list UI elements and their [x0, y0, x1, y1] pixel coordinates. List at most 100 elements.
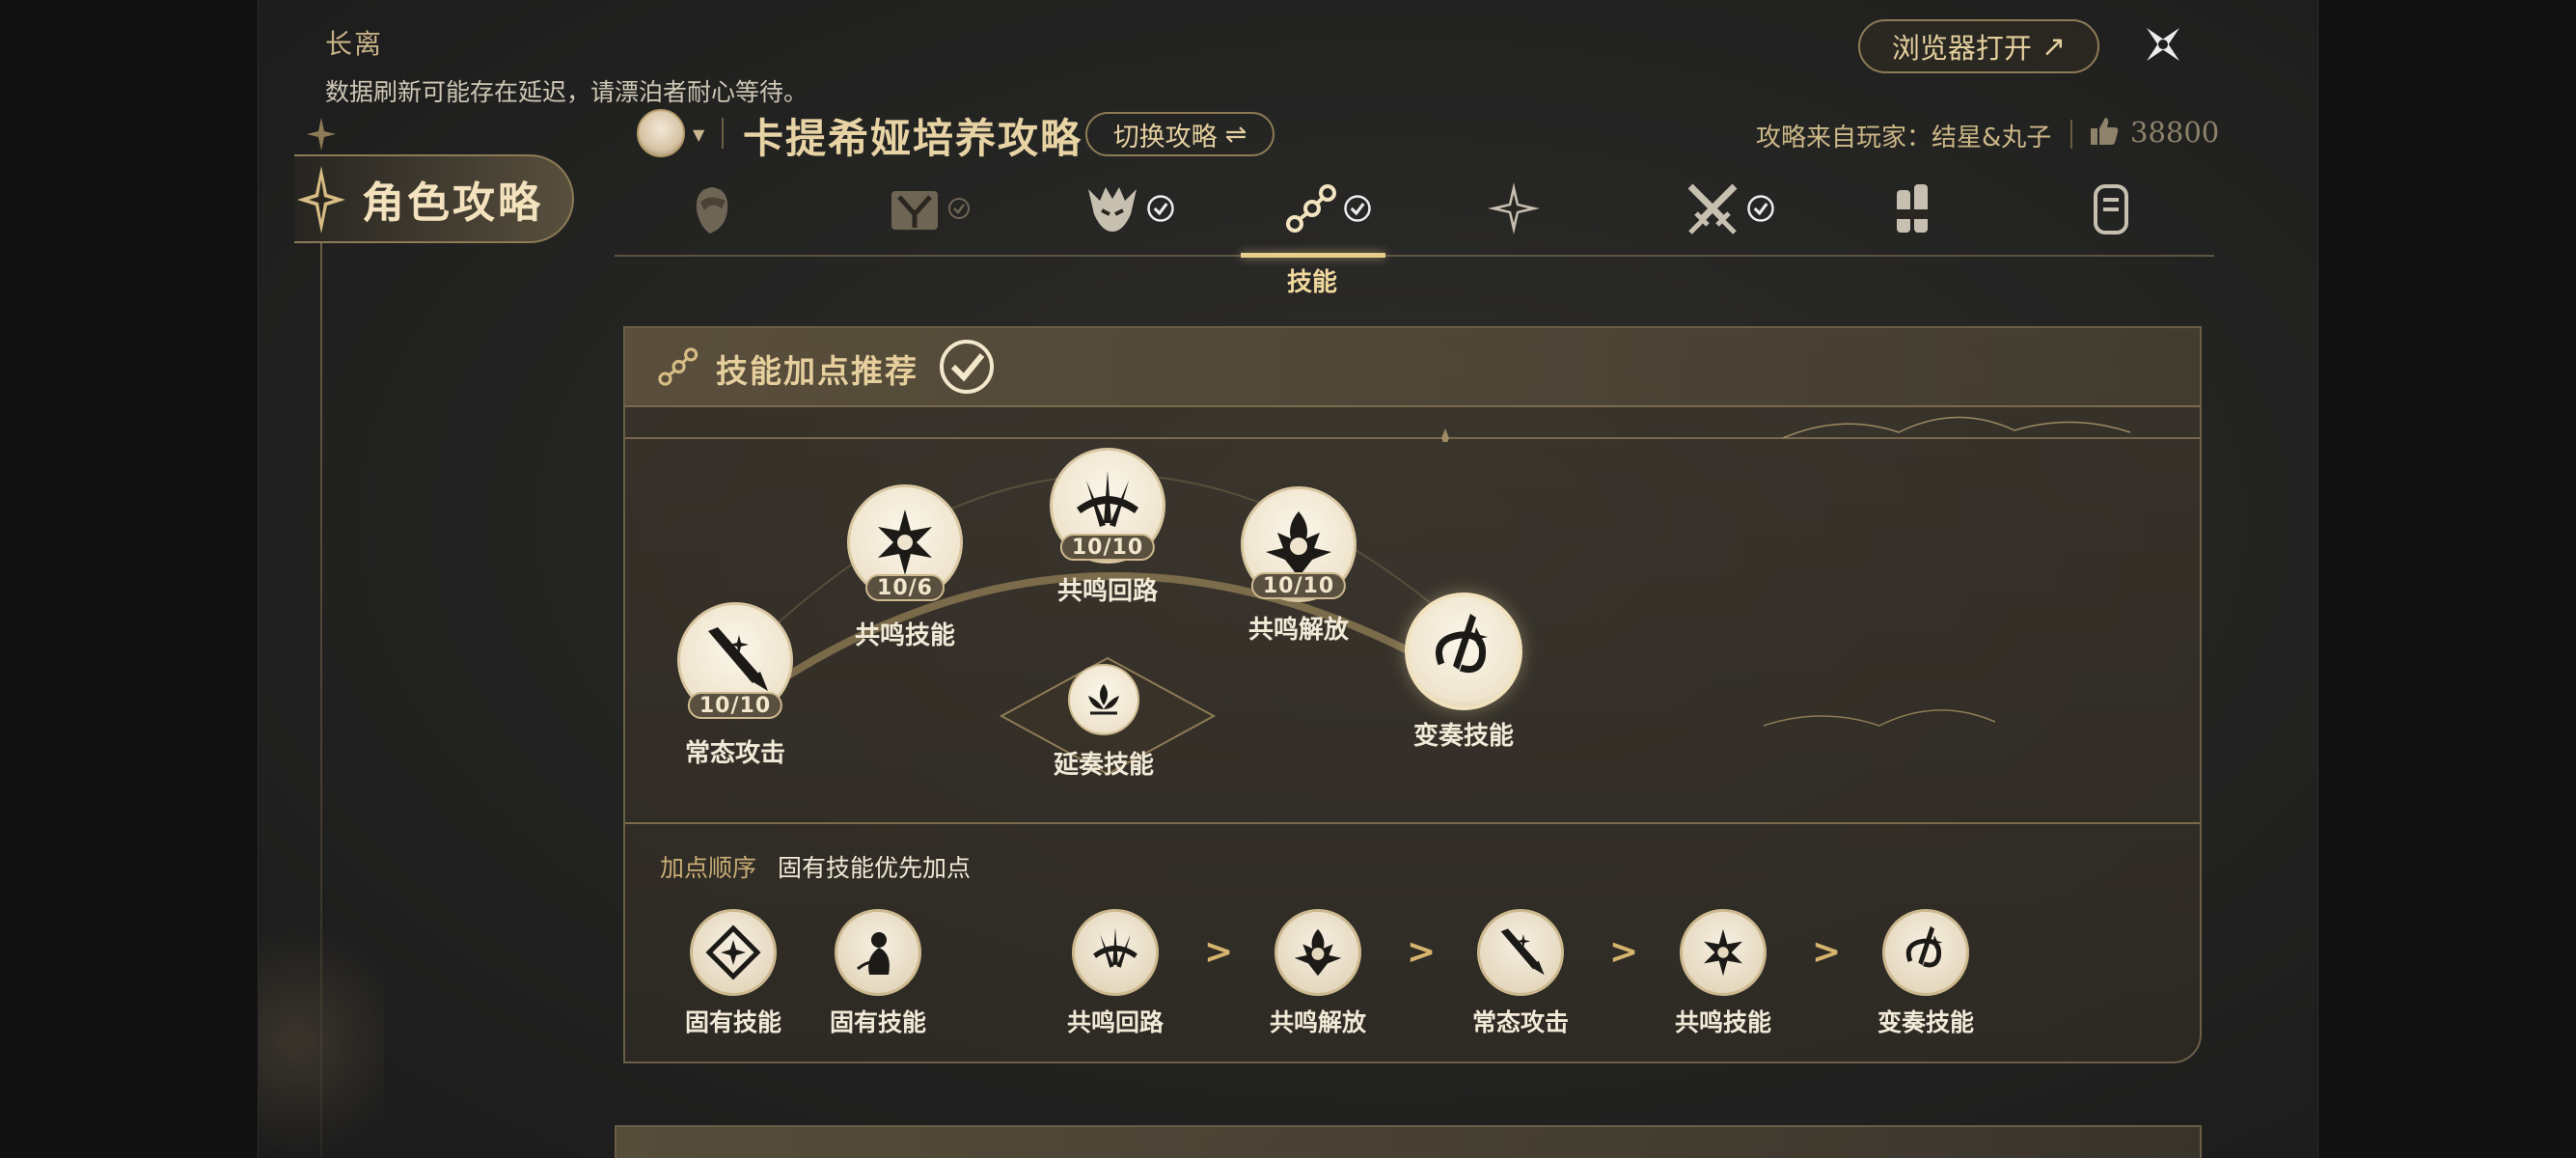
chevron-down-icon[interactable]: ▼ [693, 125, 704, 144]
tab-team[interactable] [1891, 179, 1933, 237]
echo-mask-icon [1088, 187, 1137, 232]
header-divider [722, 118, 724, 149]
skill-label: 延奏技能 [1054, 751, 1155, 780]
skill-circle: 10/10 [677, 602, 793, 719]
tab-character[interactable] [687, 179, 735, 237]
skill-node-intro-skill[interactable]: 延奏技能 [1054, 664, 1154, 781]
skill-level-badge: 10/10 [687, 692, 783, 719]
skill-nodes-icon [658, 347, 699, 386]
spiral-blade-icon [1436, 614, 1488, 674]
cross-emblem-icon [1704, 928, 1742, 977]
close-star-icon [2147, 28, 2179, 61]
order-heading: 加点顺序 [660, 854, 757, 882]
guide-title: 卡提希娅培养攻略 [743, 115, 1083, 162]
crossed-swords-icon [1687, 183, 1738, 234]
tabbar-divider [615, 255, 2214, 257]
nav-small-star-icon [307, 118, 336, 151]
switch-guide-label: 切换攻略 [1112, 122, 1218, 152]
maiden-icon [857, 932, 890, 975]
tab-combat[interactable] [1685, 179, 1775, 237]
cross-emblem-icon [878, 510, 932, 575]
order-arrow: > [1609, 932, 1639, 972]
tab-skills[interactable] [1283, 179, 1372, 237]
order-arrow: > [1204, 932, 1234, 972]
source-divider [2070, 120, 2072, 149]
thumbs-up-icon[interactable] [2089, 116, 2120, 147]
order-item-liberation[interactable]: 共鸣解放 [1270, 909, 1366, 1038]
skill-label: 共鸣解放 [1247, 616, 1349, 645]
tab-resonance[interactable] [1486, 179, 1542, 237]
order-label: 常态攻击 [1472, 1008, 1570, 1036]
skill-circle: 10/10 [1050, 448, 1165, 564]
skill-node-resonance-liberation[interactable]: 10/10 共鸣解放 [1241, 486, 1357, 646]
order-label: 共鸣回路 [1067, 1008, 1165, 1036]
order-circle [1072, 909, 1159, 996]
order-circle [690, 909, 777, 996]
skill-level-badge: 10/10 [1250, 572, 1347, 599]
figure-burst-icon [1294, 928, 1342, 977]
skill-label: 共鸣技能 [854, 621, 955, 650]
order-item-basic-attack[interactable]: 常态攻击 [1472, 909, 1569, 1038]
switch-guide-button[interactable]: 切换攻略 ⇌ [1085, 112, 1274, 156]
skill-level-badge: 10/10 [1059, 534, 1156, 561]
order-item-resonance-skill[interactable]: 共鸣技能 [1675, 909, 1771, 1038]
character-avatar[interactable] [637, 109, 685, 157]
skill-circle: 10/10 [1241, 486, 1357, 602]
order-item-inherent-2[interactable]: 固有技能 [830, 909, 926, 1038]
check-circle-icon [1344, 195, 1371, 222]
check-circle-icon [1147, 195, 1174, 222]
order-item-inherent-1[interactable]: 固有技能 [685, 909, 781, 1038]
order-divider [625, 822, 2200, 824]
order-circle [1882, 909, 1969, 996]
resonance-star-icon [1488, 182, 1540, 234]
skill-circle [1405, 593, 1522, 710]
order-label: 变奏技能 [1877, 1008, 1975, 1036]
tab-weapon[interactable] [888, 179, 971, 237]
character-portrait-icon [696, 187, 728, 234]
order-arrow: > [1812, 932, 1842, 972]
skill-level-badge: 10/6 [865, 574, 945, 601]
order-arrow: > [1407, 932, 1437, 972]
swap-arrows-icon: ⇌ [1224, 119, 1247, 150]
order-circle [1680, 909, 1767, 996]
nav-item-label: 角色攻略 [362, 179, 543, 228]
order-item-outro-skill[interactable]: 变奏技能 [1877, 909, 1974, 1038]
weapon-gear-icon [891, 191, 938, 230]
skill-node-outro-skill[interactable]: 变奏技能 [1405, 593, 1522, 752]
check-circle-icon [948, 198, 970, 219]
skill-circle: 10/6 [847, 484, 963, 601]
materials-scroll-icon [2094, 184, 2128, 234]
skill-label: 变奏技能 [1412, 722, 1514, 751]
tab-echo[interactable] [1084, 179, 1175, 237]
active-tab-indicator [1241, 253, 1385, 258]
skill-node-forte-circuit[interactable]: 10/10 共鸣回路 [1050, 448, 1165, 607]
guide-source: 攻略来自玩家：结星&丸子 [1756, 124, 2052, 152]
skill-node-basic-attack[interactable]: 10/10 常态攻击 [677, 602, 793, 769]
tab-materials[interactable] [2090, 179, 2132, 237]
active-tab-label: 技能 [1287, 268, 1338, 297]
next-section-panel [615, 1125, 2202, 1158]
blade-fan-icon [1093, 927, 1137, 968]
skill-circle [1068, 664, 1139, 735]
skill-label: 共鸣回路 [1056, 577, 1158, 606]
skill-label: 常态攻击 [684, 739, 785, 768]
app-title: 长离 [325, 28, 384, 60]
skill-nodes-icon [1286, 184, 1336, 233]
external-arrow-icon: ↗ [2041, 29, 2067, 64]
order-label: 固有技能 [830, 1008, 927, 1036]
order-label: 共鸣技能 [1675, 1008, 1772, 1036]
nav-diamond-star-icon [297, 166, 345, 234]
sword-icon [708, 627, 768, 691]
like-count: 38800 [2130, 116, 2220, 149]
skill-recommendation-panel: 技能加点推荐 10/10 常态攻击 10/6 共鸣技能 10/10 共鸣回路 1… [623, 326, 2202, 1063]
sword-icon [1500, 928, 1545, 976]
open-in-browser-label: 浏览器打开 [1891, 32, 2032, 65]
order-label: 固有技能 [685, 1008, 782, 1036]
order-description: 固有技能优先加点 [778, 854, 972, 882]
skill-node-resonance-skill[interactable]: 10/6 共鸣技能 [847, 484, 963, 651]
open-in-browser-button[interactable]: 浏览器打开 ↗ [1858, 19, 2099, 73]
close-button[interactable] [2136, 17, 2190, 71]
order-circle [1477, 909, 1564, 996]
check-circle-icon [1747, 195, 1774, 222]
order-item-forte-circuit[interactable]: 共鸣回路 [1067, 909, 1164, 1038]
